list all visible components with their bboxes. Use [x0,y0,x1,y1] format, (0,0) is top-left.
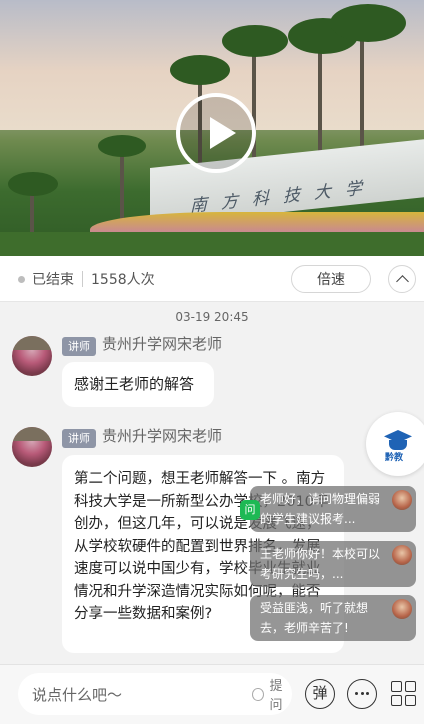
avatar [392,490,412,510]
message-input[interactable]: 说点什么吧～ 提问 [18,673,292,715]
chat-dot [360,692,364,695]
playback-speed-button[interactable]: 倍速 [291,265,371,293]
grid-menu-icon[interactable] [389,679,419,709]
video-palm-frond [8,172,58,196]
barrage-toggle-button[interactable]: 弹 [305,679,335,709]
grid-cell [391,695,402,706]
status-ended-label: 已结束 [32,272,74,288]
question-badge-icon: 问 [240,500,260,520]
question-text: 王老师你好！本校可以考研究生吗，... [260,547,381,581]
question-text: 受益匪浅，听了就想去，老师辛苦了! [260,601,369,635]
chat-dot [355,692,358,695]
graduation-cap-base [389,440,407,450]
video-grass [0,232,424,256]
video-player[interactable]: 南方科技大学 [0,0,424,256]
floating-question-list: 老师好，请问物理偏弱的学生建议报考... 王老师你好！本校可以考研究生吗，...… [250,486,416,644]
message-input-placeholder: 说点什么吧～ [32,686,123,704]
avatar[interactable] [12,427,52,467]
video-palm-frond [330,4,406,42]
video-palm-frond [98,135,146,157]
chat-message-bubble: 感谢王老师的解答 [62,362,214,407]
video-palm-frond [170,55,230,85]
brand-badge-label: 黔教 [385,453,404,463]
play-button[interactable] [176,93,256,173]
live-status-bar: 已结束 1558人次 倍速 [0,256,424,302]
brand-badge[interactable]: 黔教 [366,412,424,476]
viewer-count: 1558人次 [91,272,155,288]
question-text: 老师好，请问物理偏弱的学生建议报考... [260,492,381,526]
chevron-up-icon[interactable] [388,265,416,293]
radio-icon [252,687,264,701]
chat-bubble-icon[interactable] [347,679,377,709]
question-item[interactable]: 受益匪浅，听了就想去，老师辛苦了! [250,595,416,641]
role-tag: 讲师 [62,429,96,448]
video-palm-frond [222,25,288,57]
status-divider [82,271,83,287]
role-tag: 讲师 [62,337,96,356]
question-item[interactable]: 老师好，请问物理偏弱的学生建议报考... [250,486,416,532]
campus-sign-text: 南方科技大学 [190,177,376,217]
question-item[interactable]: 王老师你好！本校可以考研究生吗，... [250,541,416,587]
sender-name: 贵州升学网宋老师 [102,335,223,353]
grid-cell [405,681,416,692]
avatar [392,599,412,619]
avatar [392,545,412,565]
status-dot-icon [18,276,25,283]
grid-cell [405,695,416,706]
ask-question-label: 提问 [269,679,283,713]
avatar[interactable] [12,336,52,376]
sender-name: 贵州升学网宋老师 [102,427,223,445]
chat-dot [366,692,369,695]
chat-timestamp: 03-19 20:45 [175,310,249,324]
ask-question-toggle[interactable]: 提问 [252,679,292,713]
chat-composer-bar: 说点什么吧～ 提问 弹 [0,664,424,724]
grid-cell [391,681,402,692]
